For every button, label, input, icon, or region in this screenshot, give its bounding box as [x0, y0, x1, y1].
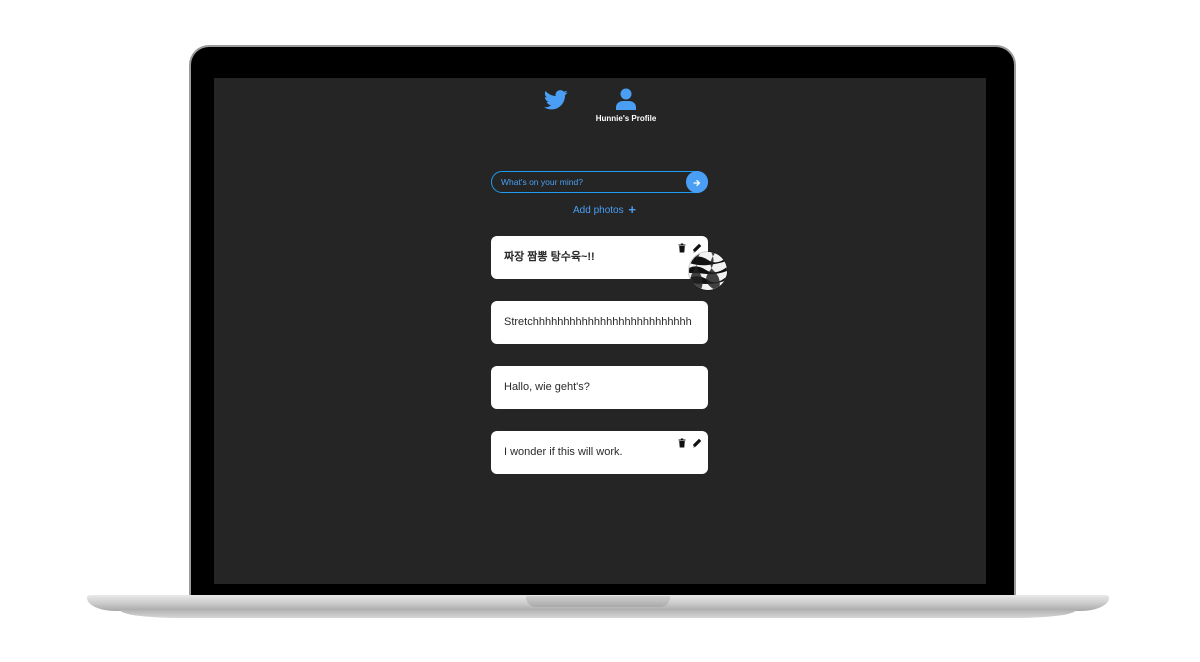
tweet-actions: [677, 435, 702, 448]
add-photos-button[interactable]: Add photos +: [491, 202, 718, 217]
tweet-input[interactable]: [491, 171, 708, 193]
submit-tweet-button[interactable]: [686, 171, 708, 193]
trash-icon[interactable]: [677, 435, 687, 448]
tweet-text: I wonder if this will work.: [504, 446, 623, 458]
nav-profile-link[interactable]: Hunnie's Profile: [594, 88, 658, 123]
tweet-card: Stretchhhhhhhhhhhhhhhhhhhhhhhhhh: [491, 301, 708, 344]
tweet-text: 짜장 짬뽕 탕수육~!!: [504, 251, 595, 263]
laptop-mockup: Hunnie's Profile Add photos + 짜장 짬뽕 탕수육~…: [0, 0, 1200, 662]
plus-icon: +: [628, 202, 636, 217]
twitter-bird-icon: [543, 90, 568, 114]
tweet-card: I wonder if this will work.: [491, 431, 708, 474]
app-screen: Hunnie's Profile Add photos + 짜장 짬뽕 탕수육~…: [214, 78, 986, 584]
arrow-right-icon: [693, 175, 701, 190]
tweet-photo-zebra: [689, 252, 727, 290]
pencil-icon[interactable]: [692, 240, 702, 253]
tweet-card: Hallo, wie geht's?: [491, 366, 708, 409]
laptop-notch: [526, 596, 670, 607]
nav-home-link[interactable]: [543, 90, 568, 110]
tweet-card: 짜장 짬뽕 탕수육~!!: [491, 236, 727, 290]
tweet-text: Hallo, wie geht's?: [504, 381, 590, 393]
pencil-icon[interactable]: [692, 435, 702, 448]
profile-label: Hunnie's Profile: [595, 114, 657, 123]
user-icon: [594, 88, 658, 110]
add-photos-label: Add photos: [573, 205, 624, 216]
laptop-base-foot: [120, 610, 1076, 618]
tweet-text: Stretchhhhhhhhhhhhhhhhhhhhhhhhhh: [504, 316, 692, 328]
trash-icon[interactable]: [677, 240, 687, 253]
compose-form: [491, 171, 708, 193]
tweet-actions: [677, 240, 702, 253]
